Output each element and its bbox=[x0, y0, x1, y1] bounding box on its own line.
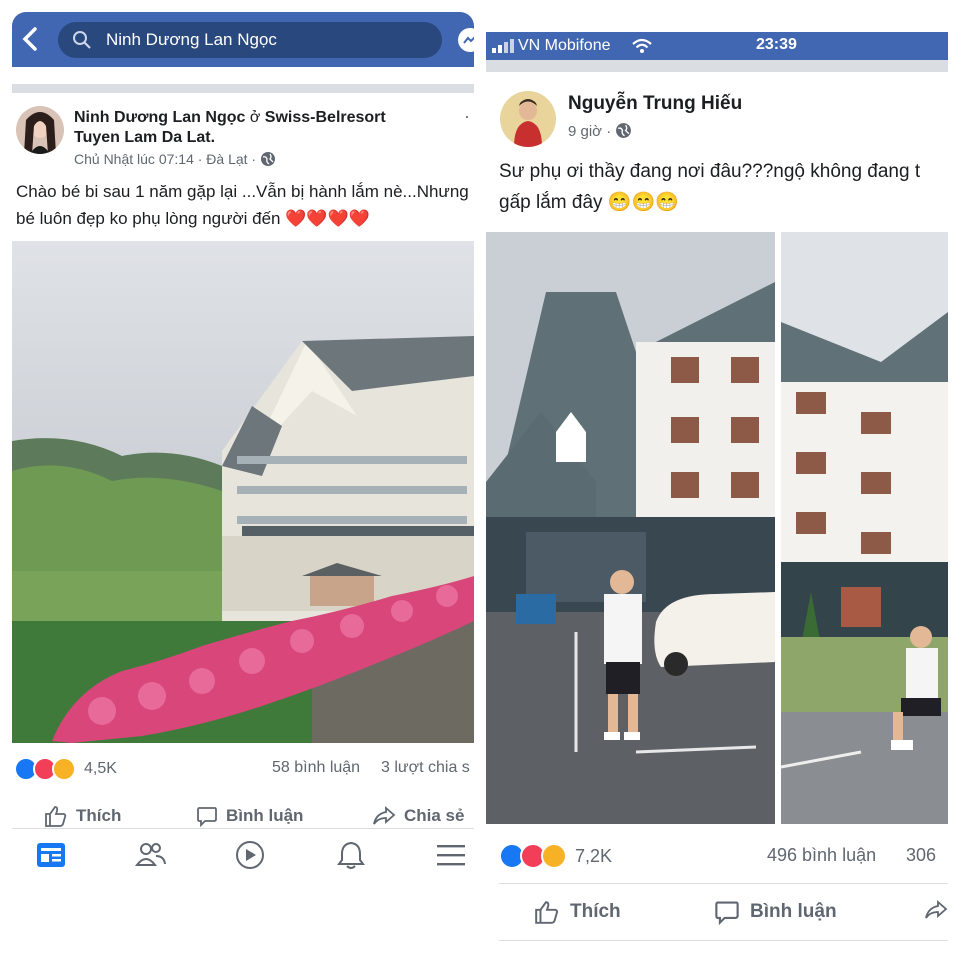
share-icon[interactable] bbox=[924, 899, 948, 921]
share-icon bbox=[373, 806, 396, 825]
haha-reaction-icon bbox=[541, 843, 567, 869]
post-photo-2[interactable] bbox=[781, 232, 948, 824]
left-screenshot: Ninh Dương Lan Ngọc Ninh Dương Lan Ngọc … bbox=[12, 0, 474, 960]
post-photo[interactable] bbox=[12, 241, 474, 743]
feed-divider bbox=[486, 60, 948, 72]
avatar[interactable] bbox=[16, 106, 64, 154]
wifi-icon bbox=[632, 38, 652, 53]
comment-count[interactable]: 496 bình luận bbox=[767, 845, 876, 866]
divider bbox=[499, 940, 948, 941]
globe-icon bbox=[616, 123, 632, 138]
comment-count[interactable]: 58 bình luận bbox=[272, 759, 360, 777]
post-actions: Thích Bình luận Chia sẻ bbox=[44, 805, 474, 827]
watch-icon[interactable] bbox=[233, 839, 267, 871]
more-options-icon[interactable]: · bbox=[464, 106, 470, 127]
comment-icon bbox=[715, 901, 739, 925]
comment-button[interactable]: Bình luận bbox=[196, 805, 372, 827]
friends-icon[interactable] bbox=[134, 839, 168, 871]
wow-reaction-icon bbox=[52, 757, 76, 781]
feed-divider bbox=[12, 67, 474, 93]
news-feed-icon[interactable] bbox=[34, 839, 68, 871]
notifications-icon[interactable] bbox=[334, 839, 368, 871]
search-header: Ninh Dương Lan Ngọc bbox=[12, 12, 474, 67]
bottom-navigation bbox=[12, 828, 474, 881]
post-time: 9 giờ · bbox=[568, 122, 632, 140]
search-query: Ninh Dương Lan Ngọc bbox=[106, 30, 277, 49]
right-screenshot: VN Mobifone 23:39 Nguyễn Trung Hiếu 9 gi… bbox=[486, 0, 948, 960]
search-icon bbox=[73, 31, 91, 49]
reaction-summary[interactable]: 4,5K bbox=[14, 757, 117, 781]
like-button[interactable]: Thích bbox=[534, 899, 714, 925]
carrier-name: VN Mobifone bbox=[518, 37, 611, 54]
thumbs-up-icon bbox=[45, 806, 67, 827]
comment-icon bbox=[197, 807, 217, 827]
messenger-icon[interactable] bbox=[456, 26, 474, 54]
post-photo-1[interactable] bbox=[486, 232, 775, 824]
signal-icon bbox=[492, 39, 514, 53]
back-arrow-icon[interactable] bbox=[20, 26, 40, 52]
globe-icon bbox=[261, 152, 275, 166]
reaction-count: 4,5K bbox=[84, 760, 117, 777]
search-input[interactable]: Ninh Dương Lan Ngọc bbox=[58, 22, 442, 58]
menu-icon[interactable] bbox=[434, 839, 468, 871]
post-actions: Thích Bình luận bbox=[534, 899, 948, 925]
avatar[interactable] bbox=[500, 91, 556, 147]
post-author[interactable]: Ninh Dương Lan Ngọc ở Swiss-Belresort Tuy… bbox=[74, 108, 454, 148]
share-count[interactable]: 3 lượt chia s bbox=[381, 759, 470, 777]
post-time: Chủ Nhật lúc 07:14 · Đà Lạt · bbox=[74, 151, 276, 167]
thumbs-up-icon bbox=[535, 901, 559, 924]
comment-button[interactable]: Bình luận bbox=[714, 899, 924, 925]
reaction-summary[interactable]: 7,2K bbox=[499, 843, 612, 869]
reaction-count: 7,2K bbox=[575, 845, 613, 866]
post-author[interactable]: Nguyễn Trung Hiếu bbox=[568, 94, 742, 114]
like-button[interactable]: Thích bbox=[44, 805, 196, 827]
share-button[interactable]: Chia sẻ bbox=[372, 805, 464, 827]
share-count[interactable]: 306 bbox=[906, 845, 936, 866]
status-bar: VN Mobifone 23:39 bbox=[486, 32, 948, 60]
clock: 23:39 bbox=[756, 36, 797, 53]
divider bbox=[499, 883, 948, 884]
post-text: Sư phụ ơi thầy đang nơi đâu???ngộ không … bbox=[499, 161, 921, 213]
post-text: Chào bé bi sau 1 năm gặp lại ...Vẫn bị h… bbox=[16, 182, 469, 228]
